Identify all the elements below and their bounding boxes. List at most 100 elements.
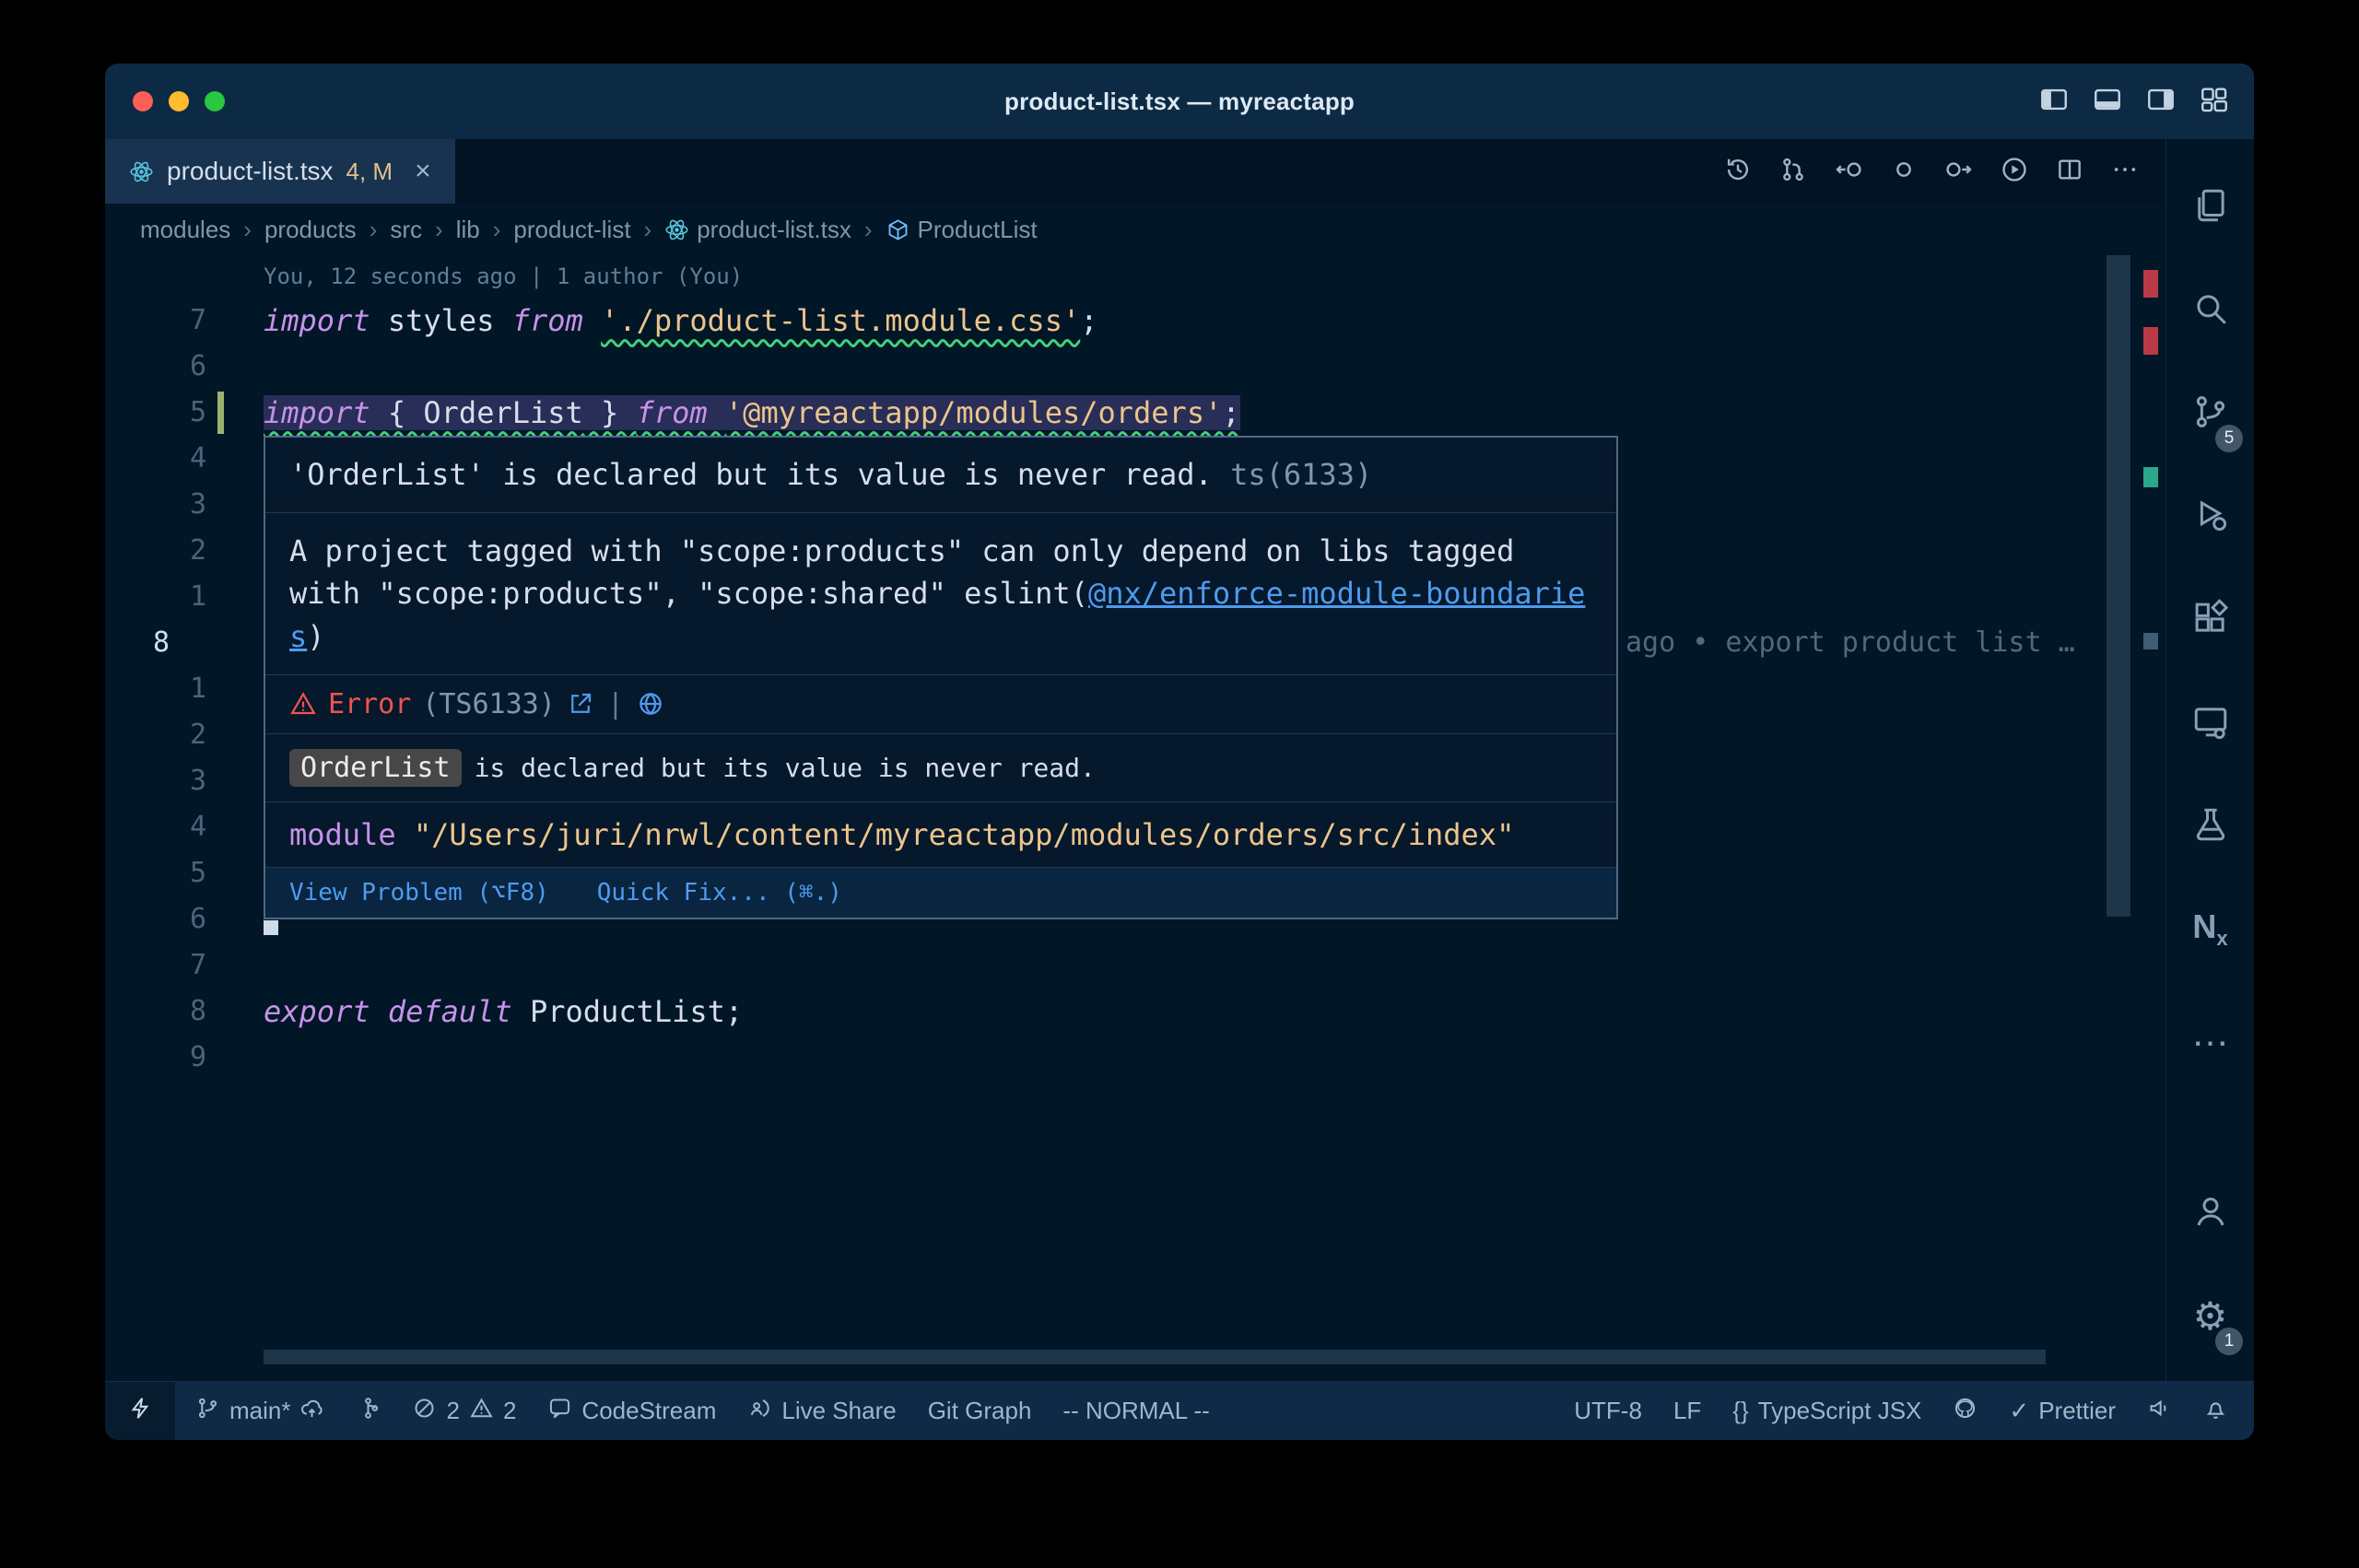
previous-change-icon[interactable] [1834, 155, 1863, 189]
code-row: 6 [105, 344, 2165, 390]
files-icon [2191, 186, 2230, 229]
activity-settings[interactable]: ⚙1 [2166, 1265, 2254, 1368]
toggle-panel-icon[interactable] [2092, 84, 2123, 120]
encoding-status[interactable]: UTF-8 [1574, 1397, 1642, 1425]
code-row: 9 [105, 1035, 2165, 1081]
remote-indicator[interactable] [105, 1382, 175, 1440]
hover-detail-row: OrderListis declared but its value is ne… [265, 733, 1616, 802]
overview-error-mark [2143, 270, 2158, 298]
vim-mode-indicator[interactable]: -- NORMAL -- [1062, 1397, 1209, 1425]
nx-console-icon: Nx [2192, 907, 2227, 951]
horizontal-scrollbar-thumb[interactable] [264, 1350, 2046, 1364]
view-problem-button[interactable]: View Problem (⌥F8) [289, 879, 549, 907]
remote-screen-icon [2191, 702, 2230, 745]
code-row: 5import { OrderList } from '@myreactapp/… [105, 390, 2165, 436]
breadcrumb-src[interactable]: src [390, 216, 422, 244]
breadcrumb-symbol[interactable]: ProductList [886, 216, 1038, 244]
activity-remote-explorer[interactable] [2166, 672, 2254, 775]
split-editor-icon[interactable] [2055, 155, 2084, 189]
hover-resize-handle[interactable] [264, 920, 278, 935]
close-tab-icon[interactable]: × [415, 156, 431, 187]
code-row: 7 [105, 942, 2165, 989]
activity-explorer[interactable] [2166, 156, 2254, 259]
codelens-blame[interactable]: You, 12 seconds ago | 1 author (You) [105, 255, 2165, 298]
commit-graph-button[interactable] [356, 1396, 381, 1427]
github-status[interactable] [1953, 1396, 1978, 1427]
breadcrumb-file[interactable]: product-list.tsx [664, 216, 851, 244]
quick-fix-button[interactable]: Quick Fix... (⌘.) [597, 879, 842, 907]
code-row: 7import styles from './product-list.modu… [105, 298, 2165, 344]
activity-nx-console[interactable]: Nx [2166, 878, 2254, 981]
hover-error-row: Error(TS6133) | [265, 674, 1616, 733]
activity-search[interactable] [2166, 259, 2254, 362]
git-branch-icon [195, 1396, 220, 1427]
next-change-icon[interactable] [1944, 155, 1974, 189]
customize-layout-icon[interactable] [2199, 84, 2230, 120]
github-icon [1953, 1396, 1978, 1427]
open-docs-external-icon[interactable] [567, 690, 594, 718]
language-mode-status[interactable]: {}TypeScript JSX [1732, 1397, 1921, 1425]
more-actions-icon[interactable] [2110, 155, 2140, 189]
git-change-gutter-bar [217, 392, 224, 434]
prettier-status[interactable]: ✓Prettier [2009, 1397, 2116, 1425]
scm-badge: 5 [2215, 425, 2243, 452]
breadcrumb: modules › products › src › lib › product… [105, 204, 2165, 255]
minimize-window-button[interactable] [169, 91, 189, 111]
breadcrumb-lib[interactable]: lib [456, 216, 480, 244]
hover-module-row: module "/Users/juri/nrwl/content/myreact… [265, 802, 1616, 867]
account-person-icon [2191, 1192, 2230, 1235]
toggle-sidebar-left-icon[interactable] [2038, 84, 2070, 120]
symbol-chip: OrderList [289, 749, 462, 787]
code-line-16[interactable]: export default ProductList; [264, 989, 743, 1035]
code-line-1[interactable]: import styles from './product-list.modul… [264, 298, 1097, 344]
toggle-sidebar-right-icon[interactable] [2145, 84, 2177, 120]
activity-accounts[interactable] [2166, 1162, 2254, 1265]
chevron-right-icon: › [493, 216, 501, 244]
vertical-scrollbar-thumb[interactable] [2107, 255, 2130, 917]
activity-source-control[interactable]: 5 [2166, 362, 2254, 465]
code-line-3[interactable]: import { OrderList } from '@myreactapp/m… [264, 390, 1240, 436]
chevron-right-icon: › [864, 216, 873, 244]
chevron-right-icon: › [243, 216, 252, 244]
git-compare-icon[interactable] [1778, 155, 1808, 189]
zoom-window-button[interactable] [205, 91, 225, 111]
notifications-status[interactable] [2203, 1396, 2228, 1427]
activity-extensions[interactable] [2166, 568, 2254, 672]
tab-product-list[interactable]: product-list.tsx 4, M × [105, 139, 455, 204]
open-changes-icon[interactable] [1889, 155, 1919, 189]
activity-bar: 5 Nx … ⚙1 [2165, 139, 2254, 1381]
live-share-status[interactable]: Live Share [747, 1396, 896, 1427]
check-icon: ✓ [2009, 1397, 2029, 1425]
activity-more-views[interactable]: … [2166, 981, 2254, 1084]
problems-status[interactable]: 2 2 [412, 1396, 516, 1427]
error-circle-icon [412, 1396, 437, 1427]
git-graph-status[interactable]: Git Graph [928, 1397, 1032, 1425]
title-bar: product-list.tsx — myreactapp [105, 64, 2254, 139]
vscode-window: product-list.tsx — myreactapp product-li… [105, 64, 2254, 1440]
globe-icon[interactable] [637, 690, 664, 718]
git-branch-status[interactable]: main* [195, 1396, 324, 1427]
commit-graph-icon [356, 1396, 381, 1427]
hover-diagnostic-message: 'OrderList' is declared but its value is… [265, 438, 1616, 512]
settings-badge: 1 [2215, 1328, 2243, 1355]
timeline-history-icon[interactable] [1723, 155, 1753, 189]
feedback-status[interactable] [2147, 1396, 2172, 1427]
run-file-icon[interactable] [2000, 155, 2029, 189]
activity-run-debug[interactable] [2166, 465, 2254, 568]
run-debug-icon [2191, 496, 2230, 539]
breadcrumb-modules[interactable]: modules [140, 216, 230, 244]
activity-testing[interactable] [2166, 775, 2254, 878]
close-window-button[interactable] [133, 91, 153, 111]
breadcrumb-product-list-dir[interactable]: product-list [513, 216, 630, 244]
codestream-status[interactable]: CodeStream [547, 1396, 716, 1427]
tab-bar: product-list.tsx 4, M × [105, 139, 2165, 204]
breadcrumb-products[interactable]: products [264, 216, 357, 244]
code-editor[interactable]: You, 12 seconds ago | 1 author (You) 7im… [105, 255, 2165, 1381]
bell-icon [2203, 1396, 2228, 1427]
eol-status[interactable]: LF [1673, 1397, 1701, 1425]
hover-actions-row: View Problem (⌥F8) Quick Fix... (⌘.) [265, 867, 1616, 918]
flask-icon [2191, 805, 2230, 848]
inline-blame-text: ago • export product list … [1625, 620, 2075, 666]
symbol-cube-icon [886, 217, 910, 242]
tab-status-badge: 4, M [346, 158, 393, 186]
